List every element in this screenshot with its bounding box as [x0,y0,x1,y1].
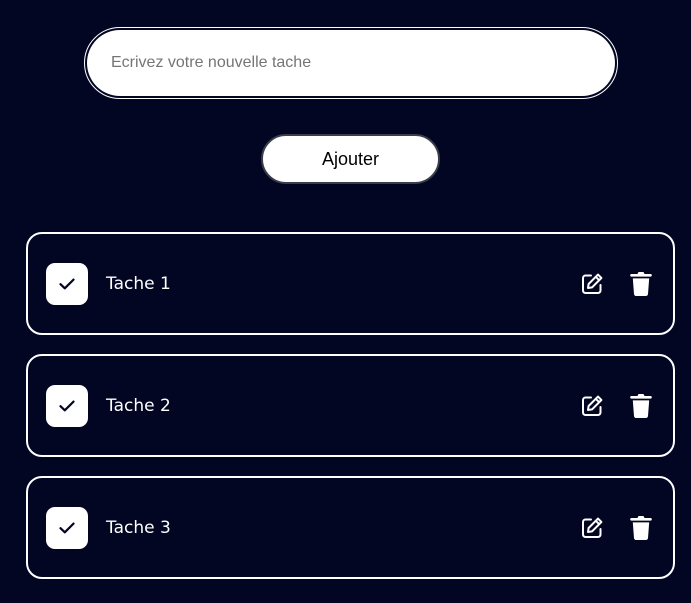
task-item: Tache 2 [26,354,675,457]
delete-task-button[interactable] [629,393,653,419]
task-checkbox[interactable] [46,262,88,305]
new-task-input[interactable] [87,30,615,96]
edit-task-button[interactable] [580,515,604,541]
check-icon [59,400,75,411]
edit-icon [582,517,603,538]
task-input-container [84,27,618,99]
task-checkbox[interactable] [46,506,88,549]
delete-task-button[interactable] [629,515,653,541]
task-actions [580,515,653,541]
edit-icon [582,273,603,294]
task-actions [580,271,653,297]
edit-task-button[interactable] [580,393,604,419]
task-actions [580,393,653,419]
trash-icon [630,271,652,296]
check-icon [59,278,75,289]
task-item: Tache 3 [26,476,675,579]
task-checkbox[interactable] [46,384,88,427]
edit-task-button[interactable] [580,271,604,297]
edit-icon [582,395,603,416]
task-label: Tache 1 [106,273,171,294]
task-label: Tache 3 [106,517,171,538]
delete-task-button[interactable] [629,271,653,297]
task-item: Tache 1 [26,232,675,335]
add-task-button[interactable]: Ajouter [261,134,440,184]
task-label: Tache 2 [106,395,171,416]
task-list: Tache 1 Tache 2 Tache 3 [26,232,675,598]
check-icon [59,522,75,533]
trash-icon [630,515,652,540]
trash-icon [630,393,652,418]
